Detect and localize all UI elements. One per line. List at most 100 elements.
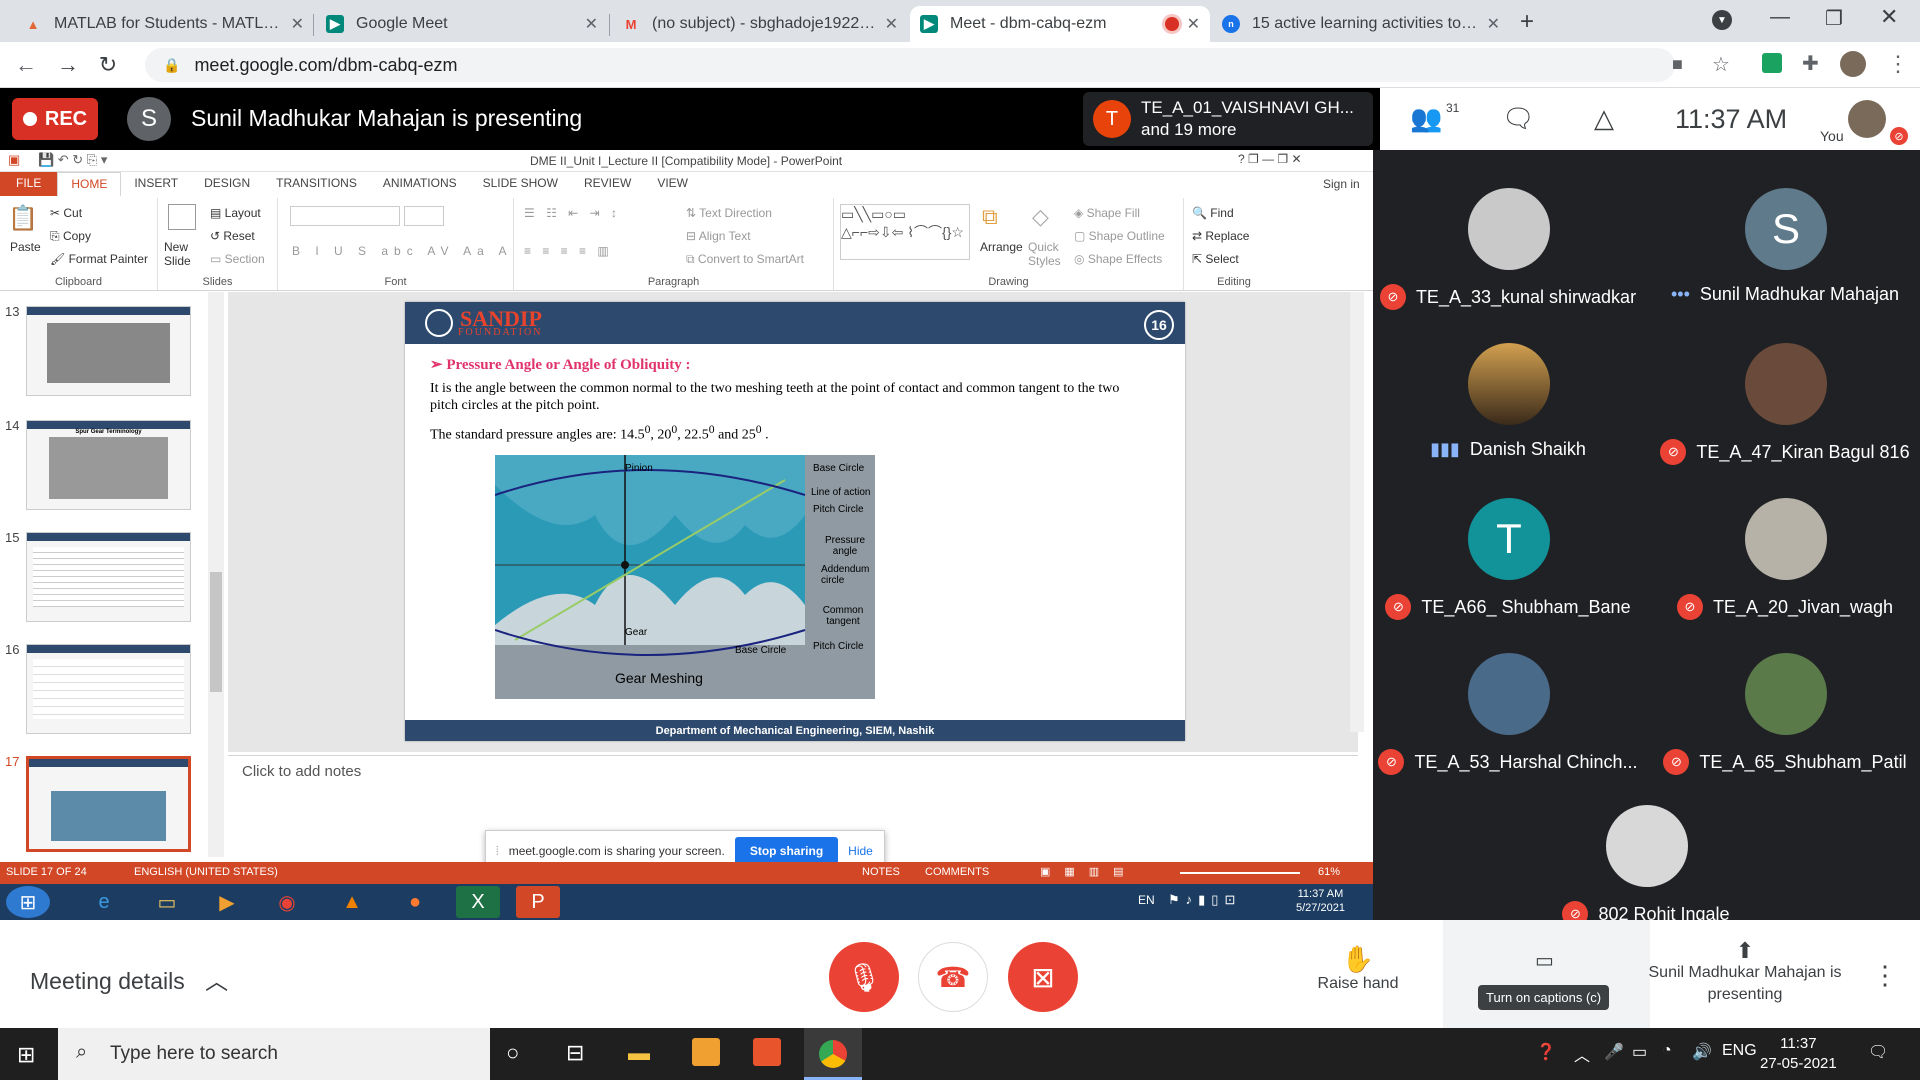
tab-animations[interactable]: ANIMATIONS: [370, 172, 470, 196]
taskbar-language[interactable]: ENG: [1722, 1042, 1757, 1060]
excel-icon[interactable]: X: [456, 886, 500, 918]
shape-fill-button[interactable]: ◈ Shape Fill: [1074, 206, 1140, 220]
sign-in-link[interactable]: Sign in: [1323, 177, 1360, 191]
win7-lang[interactable]: EN: [1138, 893, 1155, 907]
participant-tile[interactable]: ⊘ TE_A_53_Harshal Chinch...: [1373, 633, 1643, 785]
participant-tile[interactable]: ⊘ TE_A_47_Kiran Bagul 816: [1650, 323, 1920, 475]
section-button[interactable]: ▭ Section: [210, 252, 265, 266]
wifi-icon[interactable]: ◔: [1662, 1042, 1672, 1060]
cortana-icon[interactable]: ○: [506, 1040, 519, 1066]
help-icon[interactable]: ❓: [1536, 1042, 1556, 1062]
tray-mic-icon[interactable]: 🎤: [1604, 1042, 1624, 1062]
captions-button[interactable]: ▭: [1443, 920, 1650, 1028]
camera-in-use-icon[interactable]: ■: [1672, 54, 1683, 75]
windows-start-icon[interactable]: ⊞: [17, 1042, 35, 1068]
restore-icon[interactable]: ❐: [1825, 6, 1843, 31]
back-icon[interactable]: ←: [12, 51, 40, 79]
copy-button[interactable]: ⎘ Copy: [50, 229, 91, 244]
participant-tile[interactable]: S ••• Sunil Madhukar Mahajan: [1650, 168, 1920, 320]
format-painter-button[interactable]: 🖌 Format Painter: [50, 252, 148, 266]
align-text-button[interactable]: ⊟ Align Text: [686, 229, 751, 243]
select-button[interactable]: ⇱ Select: [1192, 252, 1239, 266]
shape-effects-button[interactable]: ◎ Shape Effects: [1074, 252, 1162, 266]
tab-view[interactable]: VIEW: [644, 172, 701, 196]
shape-outline-button[interactable]: ▢ Shape Outline: [1074, 229, 1165, 243]
battery-icon[interactable]: ▭: [1632, 1042, 1647, 1062]
win7-clock[interactable]: 11:37 AM 5/27/2021: [1296, 887, 1345, 915]
tab-transitions[interactable]: TRANSITIONS: [263, 172, 370, 196]
quick-access-toolbar[interactable]: 💾 ↶ ↻ ⎘ ▾: [38, 152, 107, 168]
quick-styles-icon[interactable]: ◇: [1032, 204, 1049, 230]
participant-tile[interactable]: ⊘ TE_A_33_kunal shirwadkar: [1373, 168, 1643, 320]
media-player-icon[interactable]: ▶: [205, 886, 249, 918]
tab-file[interactable]: FILE: [0, 172, 58, 196]
tray-overflow-icon[interactable]: ︿: [1574, 1042, 1590, 1066]
forward-icon[interactable]: →: [54, 51, 82, 79]
slide-thumbnail-16[interactable]: [26, 644, 191, 734]
participant-tile[interactable]: ⊘ TE_A_20_Jivan_wagh: [1650, 478, 1920, 630]
browser-tab-meet-active[interactable]: ▶ Meet - dbm-cabq-ezm ✕: [910, 6, 1210, 42]
new-tab-button[interactable]: +: [1520, 8, 1534, 36]
quick-styles-button[interactable]: Quick Styles: [1028, 240, 1064, 268]
self-avatar[interactable]: [1848, 100, 1886, 138]
close-tab-icon[interactable]: ✕: [585, 14, 598, 34]
extension-icon[interactable]: [1762, 53, 1782, 73]
shapes-gallery[interactable]: ▭╲╲▭○▭ △⌐⌐⇨⇩⇦ ⌇⌒⌒{}☆: [840, 204, 970, 260]
view-buttons[interactable]: ▣▦▥▤: [1040, 865, 1138, 878]
mic-toggle-button[interactable]: 🎙: [829, 942, 899, 1012]
present-now-button[interactable]: ⬆ Sunil Madhukar Mahajan is presenting: [1645, 940, 1845, 1006]
layout-button[interactable]: ▤ Layout: [210, 206, 261, 220]
taskbar-chrome-active[interactable]: [804, 1028, 862, 1080]
browser-tab-matlab[interactable]: ▲ MATLAB for Students - MATLAB & ✕: [14, 6, 314, 42]
status-notes-button[interactable]: NOTES: [862, 866, 900, 878]
participant-tile[interactable]: ▮▮▮ Danish Shaikh: [1373, 323, 1643, 475]
file-explorer-icon[interactable]: ▬: [628, 1040, 650, 1066]
slide-scrollbar[interactable]: [1350, 292, 1364, 732]
task-view-icon[interactable]: ⊟: [566, 1040, 584, 1066]
new-slide-icon[interactable]: [168, 204, 196, 230]
reset-button[interactable]: ↺ Reset: [210, 229, 255, 243]
taskbar-clock[interactable]: 11:37 27-05-2021: [1760, 1034, 1837, 1074]
status-comments-button[interactable]: COMMENTS: [925, 866, 989, 878]
chrome-icon[interactable]: ◉: [265, 886, 309, 918]
raise-hand-button[interactable]: ✋ Raise hand: [1308, 944, 1408, 993]
tab-search-icon[interactable]: ▼: [1712, 10, 1732, 30]
notifications-icon[interactable]: 🗨: [1868, 1042, 1888, 1062]
tab-home[interactable]: HOME: [57, 172, 122, 196]
browser-tab-google-meet[interactable]: ▶ Google Meet ✕: [316, 6, 608, 42]
new-slide-button[interactable]: New Slide: [164, 240, 204, 268]
win7-tray-icons[interactable]: ⚑♪▮▯⊡: [1168, 892, 1241, 908]
list-buttons[interactable]: ☰ ☷ ⇤ ⇥ ↕: [524, 206, 621, 220]
close-tab-icon[interactable]: ✕: [1187, 14, 1200, 34]
cut-button[interactable]: ✂ Cut: [50, 206, 82, 220]
people-icon[interactable]: 👥: [1410, 103, 1442, 134]
arrange-icon[interactable]: ⧉: [982, 204, 998, 230]
slide-thumbnail-15[interactable]: [26, 532, 191, 622]
profile-avatar[interactable]: [1840, 51, 1866, 77]
arrange-button[interactable]: Arrange: [980, 240, 1023, 254]
text-direction-button[interactable]: ⇅ Text Direction: [686, 206, 772, 220]
paste-button[interactable]: Paste: [10, 240, 41, 254]
volume-icon[interactable]: 🔊: [1692, 1042, 1712, 1062]
status-language[interactable]: ENGLISH (UNITED STATES): [134, 866, 278, 878]
close-window-icon[interactable]: ✕: [1880, 4, 1898, 30]
ppt-window-controls[interactable]: ? ❐ — ❐ ✕: [1238, 152, 1302, 166]
browser-tab-active-learning[interactable]: n 15 active learning activities to en ✕: [1212, 6, 1510, 42]
reload-icon[interactable]: ↻: [94, 51, 122, 79]
meeting-details-button[interactable]: Meeting details ︿: [30, 962, 228, 996]
grip-icon[interactable]: ⦙: [496, 844, 499, 859]
slide-thumbnail-14[interactable]: Spur Gear Terminology: [26, 420, 191, 510]
zoom-slider[interactable]: [1180, 872, 1300, 874]
file-explorer-icon[interactable]: ▭: [145, 886, 189, 918]
leave-call-button[interactable]: ☎: [918, 942, 988, 1012]
font-name-dropdown[interactable]: [290, 206, 400, 226]
minimize-icon[interactable]: —: [1770, 6, 1790, 29]
replace-button[interactable]: ⇄ Replace: [1192, 229, 1249, 243]
tab-slide-show[interactable]: SLIDE SHOW: [470, 172, 571, 196]
chat-icon[interactable]: 🗨: [1502, 103, 1535, 134]
more-options-icon[interactable]: ⋮: [1872, 960, 1898, 991]
powerpoint-icon[interactable]: P: [516, 886, 560, 918]
extensions-puzzle-icon[interactable]: ✚: [1802, 51, 1819, 76]
close-tab-icon[interactable]: ✕: [291, 14, 304, 34]
address-bar[interactable]: 🔒 meet.google.com/dbm-cabq-ezm: [145, 48, 1675, 82]
